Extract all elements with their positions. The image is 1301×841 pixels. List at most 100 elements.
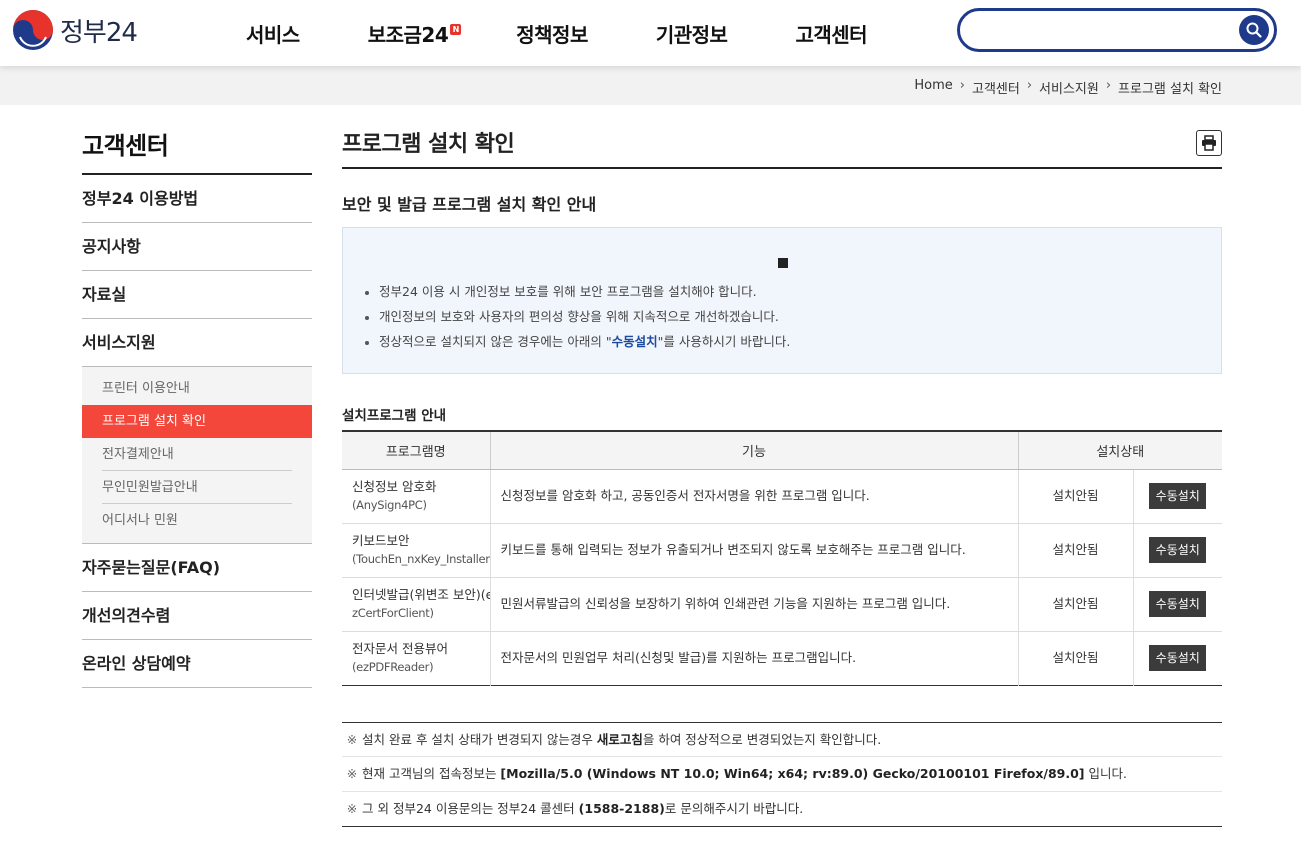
sidebar-item-library[interactable]: 자료실 xyxy=(82,271,312,319)
sidebar-menu: 정부24 이용방법 공지사항 자료실 서비스지원 프린터 이용안내 프로그램 설… xyxy=(82,175,312,688)
install-status: 설치안됨 xyxy=(1017,631,1133,685)
breadcrumb-item[interactable]: 고객센터 xyxy=(972,78,1020,97)
program-desc: 키보드를 통해 입력되는 정보가 유출되거나 변조되지 않도록 보호해주는 프로… xyxy=(489,523,1018,578)
new-badge: N xyxy=(450,24,462,35)
breadcrumb-item[interactable]: 서비스지원 xyxy=(1039,78,1099,97)
program-desc: 신청정보를 암호화 하고, 공동인증서 전자서명을 위한 프로그램 입니다. xyxy=(489,469,1018,524)
note-bold: (1588-2188) xyxy=(578,800,665,816)
sidebar: 고객센터 정부24 이용방법 공지사항 자료실 서비스지원 프린터 이용안내 프… xyxy=(82,126,312,688)
info-item: 정부24 이용 시 개인정보 보호를 위해 보안 프로그램을 설치해야 합니다. xyxy=(363,282,790,307)
note-item: ※ 현재 고객님의 접속정보는 [Mozilla/5.0 (Windows NT … xyxy=(342,757,1222,792)
sidebar-item-service-support[interactable]: 서비스지원 xyxy=(82,319,312,367)
button-cell: 수동설치 xyxy=(1132,577,1222,632)
sidebar-item-faq[interactable]: 자주묻는질문(FAQ) xyxy=(82,544,312,592)
square-icon xyxy=(778,258,788,268)
install-status: 설치안됨 xyxy=(1017,523,1133,578)
sidebar-title: 고객센터 xyxy=(82,126,312,175)
sidebar-item-notice[interactable]: 공지사항 xyxy=(82,223,312,271)
note-item: ※ 그 외 정부24 이용문의는 정부24 콜센터 (1588-2188)로 문의… xyxy=(342,792,1222,826)
button-cell: 수동설치 xyxy=(1132,469,1222,524)
program-id: (AnySign4PC) xyxy=(352,498,427,512)
program-desc: 민원서류발급의 신뢰성을 보장하기 위하여 인쇄관련 기능을 지원하는 프로그램… xyxy=(489,577,1018,632)
search-button[interactable] xyxy=(1239,15,1269,45)
nav-customer-center[interactable]: 고객센터 xyxy=(795,19,867,48)
notes-box: ※ 설치 완료 후 설치 상태가 변경되지 않는경우 새로고침을 하여 정상적으로… xyxy=(342,722,1222,827)
reference-mark-icon: ※ xyxy=(346,800,358,816)
program-id: zCertForClient) xyxy=(352,606,434,620)
program-id: (TouchEn_nxKey_Installer) xyxy=(352,552,490,566)
note-text: 로 문의해주시기 바랍니다. xyxy=(664,800,804,816)
info-list: 정부24 이용 시 개인정보 보호를 위해 보안 프로그램을 설치해야 합니다.… xyxy=(363,282,790,357)
section-title: 보안 및 발급 프로그램 설치 확인 안내 xyxy=(342,195,597,214)
taegeuk-logo-icon xyxy=(13,10,53,50)
breadcrumb-current: 프로그램 설치 확인 xyxy=(1118,82,1222,97)
note-bold: [Mozilla/5.0 (Windows NT 10.0; Win64; x6… xyxy=(500,766,1085,782)
nav-label: 보조금24 xyxy=(367,23,449,47)
sidebar-subitem-label: 무인민원발급안내 xyxy=(102,480,198,495)
manual-install-highlight: 수동설치 xyxy=(611,334,658,349)
sidebar-item-reservation[interactable]: 온라인 상담예약 xyxy=(82,640,312,688)
page-title: 프로그램 설치 확인 xyxy=(342,126,1222,169)
program-name: 전자문서 전용뷰어 xyxy=(352,641,448,656)
note-text: 입니다. xyxy=(1084,766,1127,782)
button-cell: 수동설치 xyxy=(1132,523,1222,578)
sidebar-subitem-label: 전자결제안내 xyxy=(102,447,174,462)
sidebar-item-guide[interactable]: 정부24 이용방법 xyxy=(82,175,312,223)
note-text: 설치 완료 후 설치 상태가 변경되지 않는경우 xyxy=(362,732,597,747)
manual-install-button[interactable]: 수동설치 xyxy=(1149,537,1207,563)
search-icon xyxy=(1246,22,1262,38)
note-text: 현재 고객님의 접속정보는 xyxy=(362,766,501,782)
breadcrumb-home[interactable]: Home xyxy=(914,78,952,97)
table-header-row: 프로그램명 기능 설치상태 xyxy=(342,431,1222,470)
page-title-text: 프로그램 설치 확인 xyxy=(342,132,515,157)
sidebar-item-feedback[interactable]: 개선의견수렴 xyxy=(82,592,312,640)
main-nav: 서비스 보조금24 N 정책정보 기관정보 고객센터 xyxy=(246,19,935,48)
note-bold: 새로고침 xyxy=(596,732,643,747)
logo-text: 정부24 xyxy=(60,17,138,48)
install-status: 설치안됨 xyxy=(1017,469,1133,524)
nav-subsidy[interactable]: 보조금24 N xyxy=(367,19,462,48)
table-header: 기능 xyxy=(489,431,1018,470)
sidebar-subitem-anywhere[interactable]: 어디서나 민원 xyxy=(82,504,312,537)
program-name: 키보드보안 xyxy=(352,533,410,548)
info-item: 개인정보의 보호와 사용자의 편의성 향상을 위해 지속적으로 개선하겠습니다. xyxy=(363,307,790,332)
table-row: 전자문서 전용뷰어 (ezPDFReader) 전자문서의 민원업무 처리(신청및… xyxy=(342,631,1222,685)
program-name: 인터넷발급(위변조 보안)(e xyxy=(352,587,490,602)
install-status: 설치안됨 xyxy=(1017,577,1133,632)
nav-policy[interactable]: 정책정보 xyxy=(516,19,588,48)
program-id: (ezPDFReader) xyxy=(352,660,434,674)
nav-services[interactable]: 서비스 xyxy=(246,19,300,48)
breadcrumb: Home › 고객센터 › 서비스지원 › 프로그램 설치 확인 xyxy=(914,78,1222,97)
sidebar-subitem-printer[interactable]: 프린터 이용안내 xyxy=(82,372,312,405)
main-content: 프로그램 설치 확인 보안 및 발급 프로그램 설치 확인 안내 정부24 이용… xyxy=(342,126,1222,686)
table-header: 프로그램명 xyxy=(342,431,490,470)
nav-label: 서비스 xyxy=(246,23,300,47)
table-row: 키보드보안 (TouchEn_nxKey_Installer) 키보드를 통해 입… xyxy=(342,523,1222,578)
site-header: 정부24 서비스 보조금24 N 정책정보 기관정보 고객센터 xyxy=(0,0,1301,66)
sidebar-subitem-payment[interactable]: 전자결제안내 xyxy=(82,438,312,471)
program-name: 신청정보 암호화 xyxy=(352,479,437,494)
print-button[interactable] xyxy=(1196,130,1222,156)
sidebar-subitem-program-check[interactable]: 프로그램 설치 확인 xyxy=(82,405,312,438)
logo[interactable]: 정부24 xyxy=(12,9,138,51)
table-row: 신청정보 암호화 (AnySign4PC) 신청정보를 암호화 하고, 공동인증서… xyxy=(342,469,1222,524)
manual-install-button[interactable]: 수동설치 xyxy=(1149,591,1207,617)
table-row: 인터넷발급(위변조 보안)(e zCertForClient) 민원서류발급의 신… xyxy=(342,577,1222,632)
sidebar-submenu: 프린터 이용안내 프로그램 설치 확인 전자결제안내 무인민원발급안내 어디서나… xyxy=(82,367,312,544)
chevron-right-icon: › xyxy=(1105,78,1112,93)
manual-install-button[interactable]: 수동설치 xyxy=(1149,483,1207,509)
nav-agency[interactable]: 기관정보 xyxy=(656,19,728,48)
sidebar-subitem-kiosk[interactable]: 무인민원발급안내 xyxy=(82,471,312,504)
breadcrumb-bar: Home › 고객센터 › 서비스지원 › 프로그램 설치 확인 xyxy=(0,66,1301,105)
program-name-cell: 키보드보안 (TouchEn_nxKey_Installer) xyxy=(342,523,490,578)
nav-label: 정책정보 xyxy=(516,23,588,47)
chevron-right-icon: › xyxy=(959,78,965,93)
table-header: 설치상태 xyxy=(1017,431,1222,470)
program-name-cell: 인터넷발급(위변조 보안)(e zCertForClient) xyxy=(342,577,490,632)
printer-icon xyxy=(1202,135,1216,151)
manual-install-button[interactable]: 수동설치 xyxy=(1149,645,1207,671)
note-item: ※ 설치 완료 후 설치 상태가 변경되지 않는경우 새로고침을 하여 정상적으로… xyxy=(342,723,1222,758)
program-desc: 전자문서의 민원업무 처리(신청및 발급)를 지원하는 프로그램입니다. xyxy=(489,631,1018,685)
program-name-cell: 전자문서 전용뷰어 (ezPDFReader) xyxy=(342,631,490,685)
search-input[interactable] xyxy=(957,8,1277,52)
